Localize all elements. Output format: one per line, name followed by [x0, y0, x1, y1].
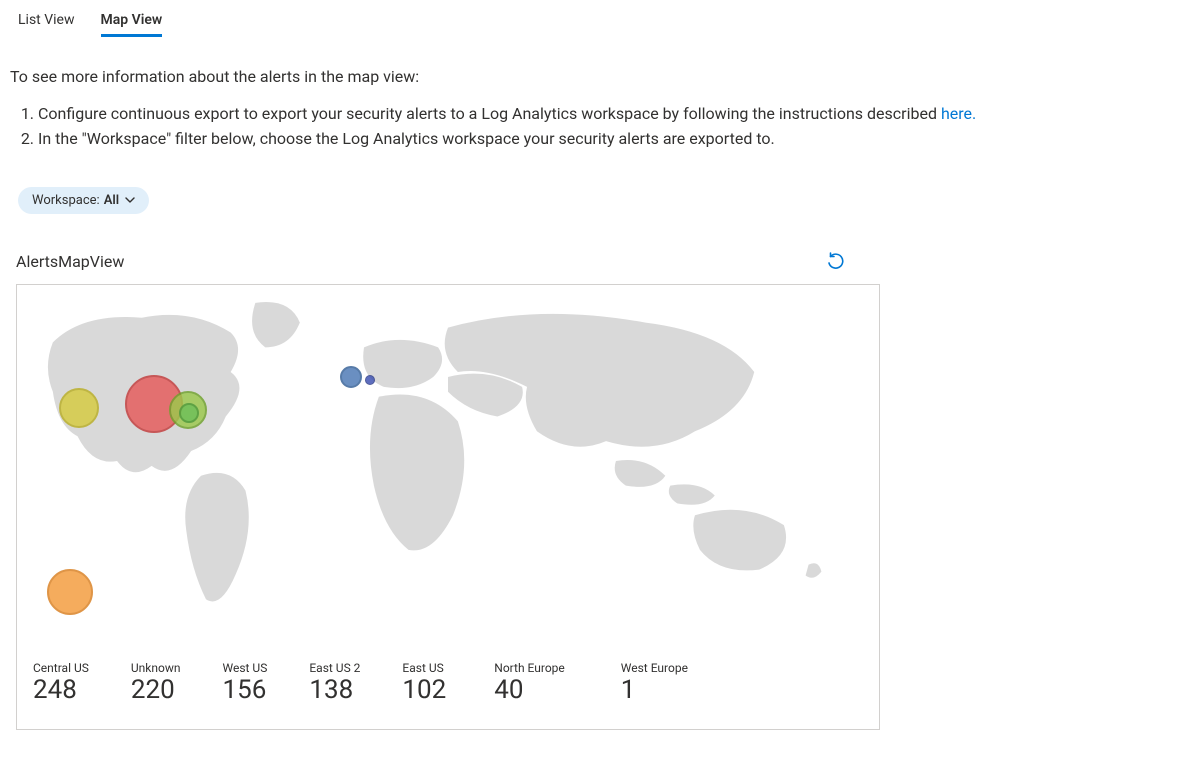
stat-value: 40: [494, 677, 565, 703]
tab-list-view[interactable]: List View: [18, 8, 75, 37]
stat-central-us[interactable]: Central US 248: [33, 661, 89, 703]
chevron-down-icon: [125, 195, 135, 205]
stat-east-us[interactable]: East US 102: [402, 661, 446, 703]
map-bubble-north-europe[interactable]: [340, 366, 362, 388]
stat-label: East US: [402, 661, 446, 675]
stat-value: 102: [402, 677, 446, 703]
stat-value: 248: [33, 677, 89, 703]
region-stats-row: Central US 248 Unknown 220 West US 156 E…: [17, 651, 879, 729]
filters-row: Workspace: All: [0, 153, 1200, 214]
stat-value: 156: [223, 677, 268, 703]
workspace-filter[interactable]: Workspace: All: [18, 187, 149, 214]
instructions-step-2: In the "Workspace" filter below, choose …: [38, 127, 1190, 150]
world-map[interactable]: [17, 293, 879, 619]
tab-map-view[interactable]: Map View: [101, 8, 163, 37]
alerts-map-card: Central US 248 Unknown 220 West US 156 E…: [16, 284, 880, 730]
map-section-header: AlertsMapView: [0, 214, 864, 280]
map-bubble-unknown[interactable]: [47, 569, 93, 615]
instructions-step-1-text: Configure continuous export to export yo…: [38, 104, 941, 123]
stat-label: Unknown: [131, 661, 181, 675]
instructions-here-link[interactable]: here.: [941, 104, 976, 123]
stat-north-europe[interactable]: North Europe 40: [494, 661, 565, 703]
instructions-block: To see more information about the alerts…: [0, 37, 1200, 151]
stat-value: 220: [131, 677, 181, 703]
stat-west-europe[interactable]: West Europe 1: [621, 661, 688, 703]
map-bubble-west-us[interactable]: [59, 388, 99, 428]
stat-label: Central US: [33, 661, 89, 675]
instructions-lead: To see more information about the alerts…: [10, 65, 1190, 88]
map-section-title: AlertsMapView: [16, 252, 124, 271]
stat-unknown[interactable]: Unknown 220: [131, 661, 181, 703]
stat-value: 1: [621, 677, 688, 703]
undo-icon[interactable]: [824, 250, 848, 274]
stat-label: East US 2: [309, 661, 360, 675]
instructions-step-1: Configure continuous export to export yo…: [38, 102, 1190, 125]
stat-value: 138: [309, 677, 360, 703]
workspace-filter-value: All: [104, 193, 119, 208]
workspace-filter-label: Workspace:: [32, 193, 100, 208]
map-bubble-east-us[interactable]: [179, 403, 199, 423]
stat-label: North Europe: [494, 661, 565, 675]
map-bubble-west-europe[interactable]: [365, 375, 375, 385]
view-tabs: List View Map View: [0, 0, 1200, 37]
stat-label: West US: [223, 661, 268, 675]
stat-east-us-2[interactable]: East US 2 138: [309, 661, 360, 703]
stat-label: West Europe: [621, 661, 688, 675]
stat-west-us[interactable]: West US 156: [223, 661, 268, 703]
